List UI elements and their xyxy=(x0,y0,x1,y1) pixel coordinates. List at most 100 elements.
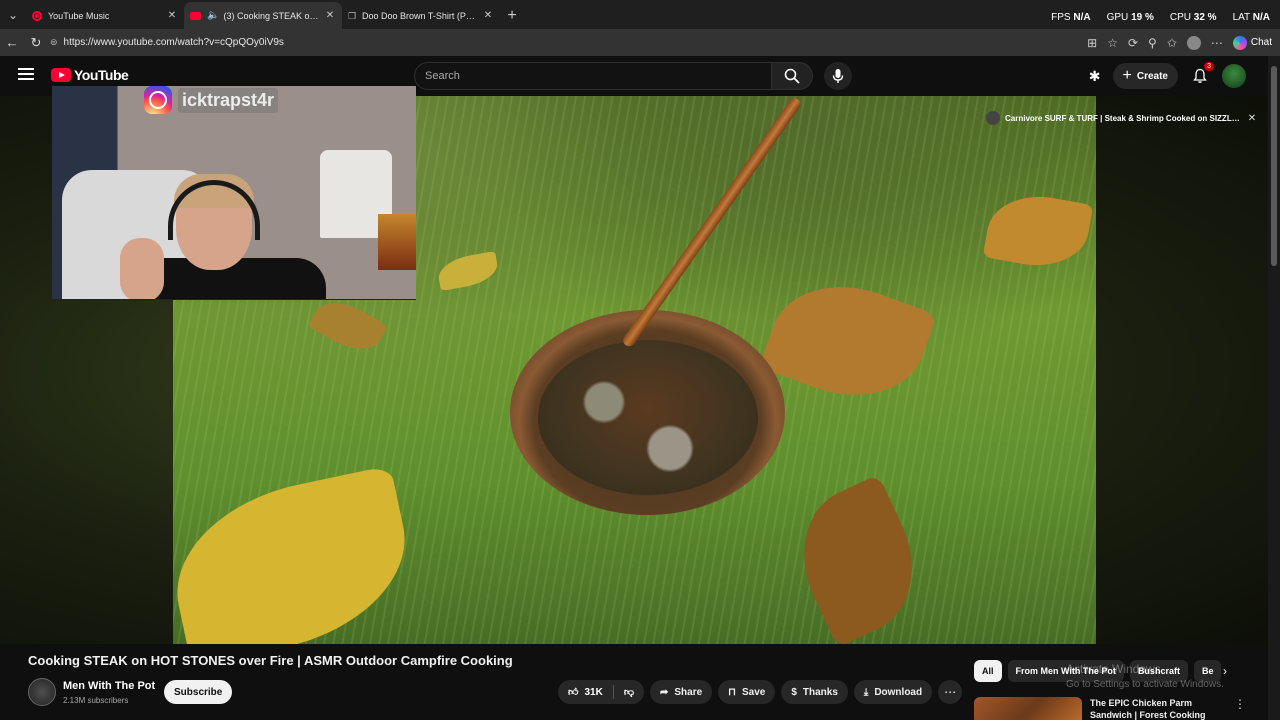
notification-badge: 3 xyxy=(1204,62,1214,71)
tab-cooking-steak[interactable]: 🔈 (3) Cooking STEAK on HOT STONES ✕ xyxy=(184,2,342,29)
channel-avatar[interactable] xyxy=(28,678,56,706)
performance-overlay: FPS N/A GPU 19 % CPU 32 % LAT N/A xyxy=(1051,12,1270,23)
thumbs-up-icon: 👍︎ xyxy=(568,687,579,698)
webcam-poster xyxy=(378,214,416,270)
save-label: Save xyxy=(741,686,766,698)
favorites-icon[interactable]: ✩ xyxy=(1167,36,1177,50)
chat-label: Chat xyxy=(1250,37,1272,48)
pip-now-playing-bar: Carnivore SURF & TURF | Steak & Shrimp C… xyxy=(986,109,1258,127)
download-button[interactable]: ⤓ Download xyxy=(853,680,933,704)
pip-video-title[interactable]: Carnivore SURF & TURF | Steak & Shrimp C… xyxy=(1005,114,1241,123)
tab-label: (3) Cooking STEAK on HOT STONES xyxy=(223,10,320,21)
youtube-logo[interactable]: YouTube xyxy=(51,67,129,83)
thanks-icon: $ xyxy=(791,686,797,698)
favorite-star-icon[interactable]: ☆ xyxy=(1107,36,1118,50)
fps-stat: FPS N/A xyxy=(1051,12,1091,23)
instagram-icon xyxy=(144,86,172,114)
page-scrollbar[interactable] xyxy=(1268,56,1280,720)
windows-activation-watermark: Activate Windows xyxy=(1066,662,1161,676)
chip-all[interactable]: All xyxy=(974,660,1002,682)
tab-close-icon[interactable]: ✕ xyxy=(482,10,494,21)
lat-stat: LAT N/A xyxy=(1232,12,1270,23)
webcam-person xyxy=(116,174,326,299)
tab-close-icon[interactable]: ✕ xyxy=(166,10,178,21)
subscriber-count: 2.13M subscribers xyxy=(63,696,129,705)
gpu-stat: GPU 19 % xyxy=(1106,12,1154,23)
page-icon: ❐ xyxy=(348,10,357,21)
video-title: Cooking STEAK on HOT STONES over Fire | … xyxy=(28,653,513,668)
recommended-video[interactable]: The EPIC Chicken Parm Sandwich | Forest … xyxy=(974,695,1244,720)
back-icon[interactable]: ← xyxy=(0,31,24,55)
thanks-button[interactable]: $ Thanks xyxy=(781,680,848,704)
thanks-label: Thanks xyxy=(802,686,838,698)
instagram-handle: icktrapst4r xyxy=(178,87,279,113)
app-available-icon[interactable]: ⊞ xyxy=(1087,36,1097,50)
channel-row: Men With The Pot 2.13M subscribers Subsc… xyxy=(28,678,968,708)
windows-activation-subtext: Go to Settings to activate Windows. xyxy=(1066,679,1224,690)
speaker-icon[interactable]: 🔈 xyxy=(207,10,219,21)
instagram-overlay: icktrapst4r xyxy=(144,86,279,114)
tab-label: Doo Doo Brown T-Shirt (PRE-ORDER) xyxy=(362,10,478,21)
like-count: 31K xyxy=(584,686,603,698)
bookmark-icon: ⊓ xyxy=(728,686,736,698)
microphone-icon xyxy=(832,69,844,83)
refresh-extension-icon[interactable]: ⟳ xyxy=(1128,36,1138,50)
search-icon xyxy=(784,68,800,84)
more-actions-icon[interactable]: ⋯ xyxy=(938,680,963,704)
url-field[interactable]: ⊜ https://www.youtube.com/watch?v=cQpQOy… xyxy=(50,33,1100,53)
youtube-icon xyxy=(190,11,201,20)
profile-icon[interactable] xyxy=(1186,35,1201,50)
share-icon: ➦ xyxy=(659,686,669,698)
share-button[interactable]: ➦ Share xyxy=(649,680,713,704)
channel-icon xyxy=(986,111,1000,125)
copilot-icon xyxy=(1232,35,1247,50)
chat-button[interactable]: Chat xyxy=(1232,35,1272,50)
tab-close-icon[interactable]: ✕ xyxy=(324,10,336,21)
youtube-music-icon xyxy=(32,10,42,21)
like-button[interactable]: 👍︎ 31K xyxy=(558,680,613,704)
site-info-icon[interactable]: ⊜ xyxy=(50,37,58,48)
voice-search-button[interactable] xyxy=(824,62,852,90)
plus-icon: + xyxy=(1122,67,1132,84)
url-text: https://www.youtube.com/watch?v=cQpQOy0i… xyxy=(63,37,284,48)
recommended-thumbnail[interactable] xyxy=(974,697,1082,720)
tab-actions-menu-icon[interactable]: ⌄ xyxy=(0,0,26,29)
new-tab-button[interactable]: + xyxy=(500,2,524,29)
bowl-contents xyxy=(538,340,758,495)
logo-text: YouTube xyxy=(74,67,129,83)
recommended-title[interactable]: The EPIC Chicken Parm Sandwich | Forest … xyxy=(1090,697,1220,720)
share-label: Share xyxy=(674,686,703,698)
extension-puzzle-icon[interactable]: ✱ xyxy=(1089,68,1101,85)
download-icon: ⤓ xyxy=(863,686,869,698)
create-button[interactable]: + Create xyxy=(1112,63,1178,89)
cpu-stat: CPU 32 % xyxy=(1169,12,1217,23)
tab-tshirt[interactable]: ❐ Doo Doo Brown T-Shirt (PRE-ORDER) ✕ xyxy=(342,2,500,29)
youtube-play-icon xyxy=(51,68,71,82)
create-label: Create xyxy=(1136,70,1168,82)
dislike-button[interactable]: 👎︎ xyxy=(614,680,644,704)
tab-label: YouTube Music xyxy=(48,10,110,21)
settings-more-icon[interactable]: ⋯ xyxy=(1211,36,1223,50)
chevron-right-icon[interactable]: › xyxy=(1216,662,1234,680)
subscribe-button[interactable]: Subscribe xyxy=(164,680,233,704)
notifications-button[interactable]: 3 xyxy=(1190,62,1214,86)
extensions-icon[interactable]: ⚲ xyxy=(1148,36,1157,50)
search-input[interactable] xyxy=(425,70,771,82)
menu-icon[interactable] xyxy=(18,68,34,80)
kebab-menu-icon[interactable]: ⋮ xyxy=(1234,697,1244,711)
browser-toolbar: ⊞ ☆ ⟳ ⚲ ✩ ⋯ Chat xyxy=(1087,35,1272,50)
like-dislike-group: 👍︎ 31K 👎︎ xyxy=(558,680,644,704)
download-label: Download xyxy=(874,686,923,698)
header-actions: ✱ + Create 3 xyxy=(1089,62,1246,89)
save-button[interactable]: ⊓ Save xyxy=(718,680,776,704)
close-icon[interactable]: ✕ xyxy=(1246,113,1258,124)
streamer-webcam xyxy=(52,86,416,300)
channel-name[interactable]: Men With The Pot xyxy=(63,680,155,692)
search-box xyxy=(414,62,772,90)
search-button[interactable] xyxy=(771,62,813,90)
account-avatar[interactable] xyxy=(1222,64,1246,88)
tab-youtube-music[interactable]: YouTube Music ✕ xyxy=(26,2,184,29)
reload-icon[interactable]: ↻ xyxy=(24,31,48,55)
scrollbar-thumb[interactable] xyxy=(1271,66,1277,266)
thumbs-down-icon: 👎︎ xyxy=(623,687,634,698)
